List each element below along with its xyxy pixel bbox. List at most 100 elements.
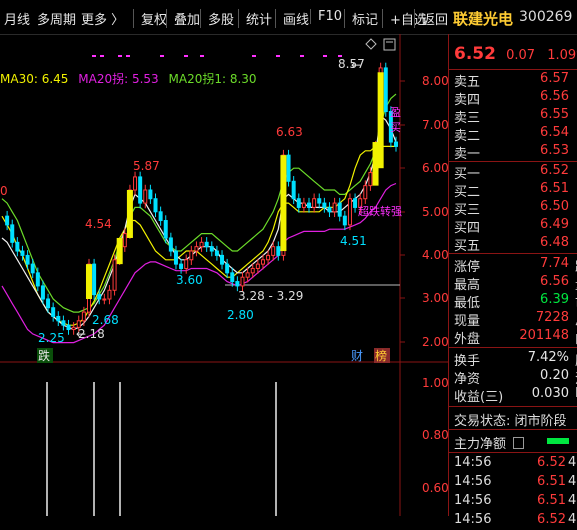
- main-flow-label: 主力净额: [454, 437, 507, 452]
- tick-volume-cut: 4: [568, 493, 577, 508]
- zoom-icon[interactable]: [383, 38, 396, 51]
- candle-body: [347, 198, 352, 226]
- ask-price: 6.57: [540, 71, 569, 86]
- candle-body: [255, 263, 260, 269]
- candle-body: [337, 202, 342, 217]
- bid-row[interactable]: 买二 6.51: [454, 181, 577, 200]
- axis-price-7: 7.00: [422, 118, 448, 132]
- restore-rights-button[interactable]: 复权: [133, 9, 167, 28]
- bid-row[interactable]: 买四 6.49: [454, 217, 577, 236]
- diamond-icon[interactable]: [365, 38, 377, 50]
- candle-body: [66, 324, 71, 331]
- signal-dot: [126, 55, 130, 57]
- tag-list: 榜: [375, 348, 387, 363]
- marker-454: 4.54: [85, 217, 112, 231]
- candle-body: [194, 246, 199, 252]
- candle-body: [102, 298, 107, 301]
- stat-row: 换手7.42%股: [454, 350, 577, 369]
- candle-body: [163, 220, 168, 239]
- ask-row[interactable]: 卖三 6.55: [454, 107, 577, 126]
- candle-body: [286, 154, 291, 182]
- monthly-tab[interactable]: 月线: [4, 9, 30, 28]
- ask-label: 卖五: [454, 75, 481, 90]
- tick-time: 14:56: [454, 455, 492, 470]
- candle-body: [184, 259, 189, 269]
- bid-row[interactable]: 买三 6.50: [454, 199, 577, 218]
- list-icon[interactable]: [513, 437, 525, 449]
- draw-line-button[interactable]: 画线: [275, 9, 309, 28]
- bid-row[interactable]: 买一 6.52: [454, 163, 577, 182]
- ask-row[interactable]: 卖四 6.56: [454, 89, 577, 108]
- candle-body: [71, 326, 76, 331]
- candle-body: [235, 281, 240, 287]
- ma20-down-value: MA20拐: 5.53: [78, 72, 159, 86]
- low-value: 6.39: [540, 292, 569, 307]
- candle-body: [266, 254, 271, 261]
- tick-row: 14:56 6.52 4: [454, 455, 577, 473]
- axis-price-6: 6.00: [422, 161, 448, 175]
- signal-dot: [100, 55, 104, 57]
- divider: [449, 452, 577, 453]
- tick-row: 14:56 6.51 4: [454, 474, 577, 492]
- candle-body: [220, 254, 225, 265]
- stat-row: 最高6.56量: [454, 274, 577, 293]
- last-price: 6.52: [454, 44, 496, 64]
- tick-row: 14:56 6.52 4: [454, 512, 577, 530]
- candle-body: [122, 233, 127, 248]
- marker-range: 3.28 - 3.29: [238, 289, 303, 303]
- tick-time: 14:56: [454, 474, 492, 489]
- kline-chart[interactable]: 8.00 7.00 6.00 5.00 4.00 3.00 2.00 1.00 …: [0, 34, 449, 516]
- signal-mark-1: 盈: [390, 106, 401, 119]
- candle-body: [271, 246, 276, 256]
- bid-label: 买二: [454, 185, 481, 200]
- candle-body: [245, 272, 250, 278]
- signal-label: 超跌转强: [358, 204, 402, 218]
- limit-up-label: 涨停: [454, 260, 481, 275]
- overlay-button[interactable]: 叠加: [166, 9, 200, 28]
- signal-dot: [92, 55, 96, 57]
- candle-body: [307, 202, 312, 208]
- price-change-pct: 1.09%: [547, 48, 577, 63]
- main-flow-row[interactable]: 主力净额: [454, 433, 525, 452]
- statistics-button[interactable]: 统计: [238, 9, 272, 28]
- candle-body: [112, 259, 117, 291]
- back-button[interactable]: 返回: [414, 9, 448, 28]
- main-flow-bar: [547, 438, 569, 444]
- signal-dot: [118, 55, 122, 57]
- tick-price: 6.51: [537, 474, 566, 489]
- candle-body: [81, 311, 86, 322]
- axis-volume-080: 0.80: [422, 428, 448, 442]
- more-menu[interactable]: 更多 〉: [81, 9, 124, 28]
- bid-label: 买四: [454, 221, 481, 236]
- bid-price: 6.51: [540, 181, 569, 196]
- current-volume-label: 现量: [454, 314, 481, 329]
- f10-button[interactable]: F10: [310, 9, 342, 24]
- mark-button[interactable]: 标记: [344, 9, 378, 28]
- candle-body: [35, 272, 40, 287]
- outer-volume-value: 201148: [519, 328, 569, 343]
- candle-body: [301, 202, 306, 208]
- tick-price: 6.51: [537, 493, 566, 508]
- axis-price-8: 8.00: [422, 74, 448, 88]
- axis-price-3: 3.00: [422, 291, 448, 305]
- axis-price-4: 4.00: [422, 248, 448, 262]
- tick-price: 6.52: [537, 512, 566, 527]
- bull-candle: [377, 72, 384, 169]
- bid-price: 6.50: [540, 199, 569, 214]
- ask-row[interactable]: 卖二 6.54: [454, 125, 577, 144]
- ma-magenta-line: [1, 182, 397, 344]
- multi-stock-button[interactable]: 多股: [200, 9, 234, 28]
- right-arrow-icon: ←: [351, 58, 361, 72]
- bid-row[interactable]: 买五 6.48: [454, 235, 577, 254]
- candle-body: [61, 320, 66, 326]
- candle-body: [15, 241, 20, 252]
- multi-period-tab[interactable]: 多周期: [37, 9, 76, 28]
- ask-row[interactable]: 卖五 6.57: [454, 71, 577, 90]
- divider: [449, 69, 577, 70]
- candle-body: [158, 211, 163, 222]
- ask-row[interactable]: 卖一 6.53: [454, 143, 577, 162]
- ma20-up-value: MA20拐1: 8.30: [168, 72, 257, 86]
- tick-volume-cut: 4: [568, 474, 577, 489]
- ask-label: 卖三: [454, 111, 481, 126]
- signal-dot: [300, 55, 304, 57]
